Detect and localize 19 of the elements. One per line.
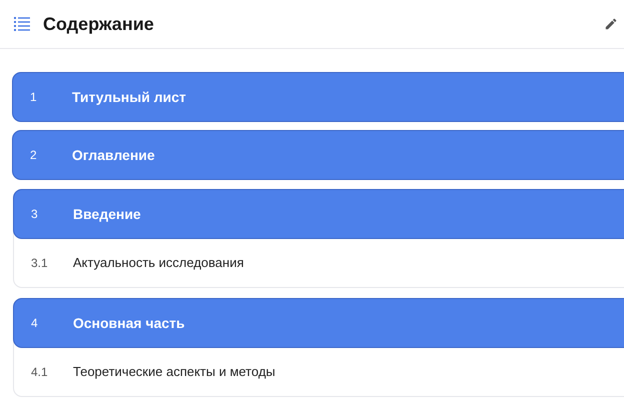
subsection-title: Актуальность исследования	[73, 254, 244, 272]
section-heading: Введение	[73, 204, 141, 224]
subsection-number: 4.1	[30, 364, 49, 380]
section-number: 1	[29, 89, 38, 106]
section-header[interactable]: 1 Титульный лист	[12, 72, 624, 122]
section-header[interactable]: 3 Введение	[13, 189, 624, 239]
section-header[interactable]: 4 Основная часть	[13, 298, 624, 348]
edit-icon[interactable]	[604, 17, 618, 31]
section-title: Содержание	[43, 12, 154, 36]
section-header[interactable]: 2 Оглавление	[12, 130, 624, 180]
subsection-number: 3.1	[30, 254, 49, 272]
section-heading: Титульный лист	[72, 88, 186, 107]
section-number: 2	[29, 147, 38, 164]
section-number: 3	[30, 206, 39, 223]
subsection-title: Теоретические аспекты и методы	[73, 362, 276, 381]
section-number: 4	[30, 315, 39, 332]
list-icon	[14, 17, 30, 31]
section-heading: Оглавление	[72, 146, 155, 164]
section-heading: Основная часть	[73, 314, 185, 332]
